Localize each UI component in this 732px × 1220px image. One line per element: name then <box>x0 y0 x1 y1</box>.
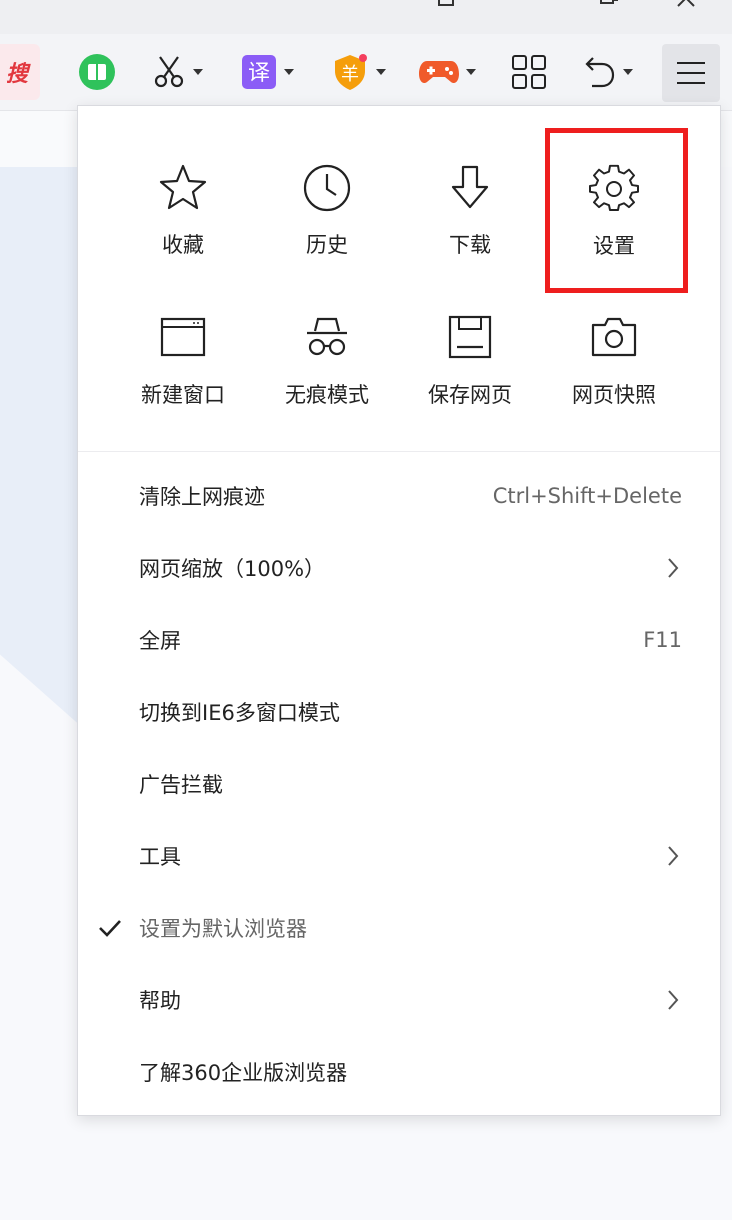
checkmark-icon <box>99 920 121 937</box>
chevron-right-icon <box>668 558 679 578</box>
new-window-label: 新建窗口 <box>141 383 225 407</box>
menu-item-ie6-mode[interactable]: 切换到IE6多窗口模式 <box>78 676 720 748</box>
svg-text:羊: 羊 <box>341 64 359 85</box>
menu-icon <box>677 62 705 84</box>
menu-item-tools[interactable]: 工具 <box>78 820 720 892</box>
chevron-down-icon <box>466 69 476 75</box>
snapshot-button[interactable]: 网页快照 <box>542 313 686 433</box>
chevron-down-icon <box>193 69 203 75</box>
favorites-label: 收藏 <box>162 233 204 257</box>
clock-icon <box>303 164 351 212</box>
menu-item-zoom[interactable]: 网页缩放（100%） <box>78 532 720 604</box>
shortcut-label: F11 <box>643 628 682 652</box>
save-page-button[interactable]: 保存网页 <box>398 313 542 433</box>
menu-item-label: 清除上网痕迹 <box>139 485 265 509</box>
downloads-button[interactable]: 下载 <box>398 163 542 283</box>
chevron-down-icon <box>623 69 633 75</box>
star-icon <box>159 164 207 210</box>
quick-actions-grid: 收藏 历史 下载 设置 新建窗口 无痕模式 保存网页 网页快照 <box>78 106 720 451</box>
main-menu-dropdown: 收藏 历史 下载 设置 新建窗口 无痕模式 保存网页 网页快照 清除上网痕迹 C… <box>77 105 721 1116</box>
security-button[interactable]: 羊 <box>331 34 386 110</box>
svg-text:译: 译 <box>248 61 270 86</box>
favorites-button[interactable]: 收藏 <box>111 163 255 283</box>
browser-toolbar: 搜 译 羊 <box>0 34 732 111</box>
chevron-right-icon <box>668 846 679 866</box>
downloads-label: 下载 <box>449 233 491 257</box>
scissors-icon <box>154 56 184 88</box>
menu-item-label: 广告拦截 <box>139 773 223 797</box>
menu-item-label: 帮助 <box>139 989 181 1013</box>
apps-grid-icon <box>512 55 546 89</box>
chevron-down-icon <box>284 69 294 75</box>
menu-item-label: 设置为默认浏览器 <box>139 917 307 941</box>
search-chip-label: 搜 <box>5 62 28 87</box>
incognito-button[interactable]: 无痕模式 <box>255 313 399 433</box>
history-button[interactable]: 历史 <box>255 163 399 283</box>
undo-button[interactable] <box>580 34 633 110</box>
gamepad-icon <box>419 61 459 84</box>
menu-item-label: 全屏 <box>139 629 181 653</box>
apps-button[interactable] <box>511 34 547 110</box>
title-bar <box>0 0 732 34</box>
highlight-box <box>545 128 688 293</box>
snapshot-label: 网页快照 <box>572 383 656 407</box>
menu-item-clear-history[interactable]: 清除上网痕迹 Ctrl+Shift+Delete <box>78 460 720 532</box>
download-icon <box>451 165 489 209</box>
main-menu-button[interactable] <box>662 44 720 102</box>
restore-icon[interactable] <box>436 0 456 8</box>
camera-icon <box>591 317 637 357</box>
translate-icon: 译 <box>242 55 276 89</box>
menu-item-fullscreen[interactable]: 全屏 F11 <box>78 604 720 676</box>
book-icon <box>79 54 115 90</box>
new-window-button[interactable]: 新建窗口 <box>111 313 255 433</box>
menu-item-default-browser[interactable]: 设置为默认浏览器 <box>78 892 720 964</box>
incognito-label: 无痕模式 <box>285 383 369 407</box>
menu-divider <box>78 451 720 452</box>
maximize-icon[interactable] <box>598 0 618 8</box>
menu-item-label: 切换到IE6多窗口模式 <box>139 701 340 725</box>
menu-item-help[interactable]: 帮助 <box>78 964 720 1036</box>
menu-item-ad-block[interactable]: 广告拦截 <box>78 748 720 820</box>
save-page-label: 保存网页 <box>428 383 512 407</box>
menu-item-label: 了解360企业版浏览器 <box>139 1061 348 1085</box>
menu-item-enterprise[interactable]: 了解360企业版浏览器 <box>78 1036 720 1108</box>
history-label: 历史 <box>306 233 348 257</box>
chevron-right-icon <box>668 990 679 1010</box>
menu-item-label: 工具 <box>139 845 181 869</box>
close-icon[interactable] <box>676 0 696 8</box>
incognito-icon <box>307 317 347 356</box>
screenshot-button[interactable] <box>152 34 203 110</box>
reader-button[interactable] <box>78 34 116 110</box>
search-engine-button[interactable]: 搜 <box>0 44 40 100</box>
window-icon <box>160 317 206 357</box>
chevron-down-icon <box>376 69 386 75</box>
save-icon <box>448 315 492 359</box>
game-button[interactable] <box>419 34 476 110</box>
shield-icon: 羊 <box>335 54 367 90</box>
undo-icon <box>585 57 615 88</box>
shortcut-label: Ctrl+Shift+Delete <box>492 484 682 508</box>
translate-button[interactable]: 译 <box>241 34 294 110</box>
menu-item-label: 网页缩放（100%） <box>139 557 326 581</box>
